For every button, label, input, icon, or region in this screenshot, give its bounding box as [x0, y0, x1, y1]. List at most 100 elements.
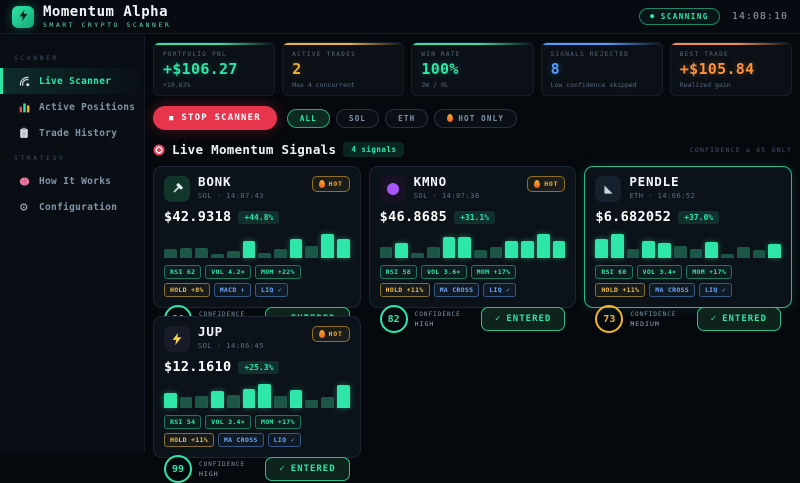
signal-card-kmno: KMNO SOL · 14:07:36 HOT $46.8685 +31.1% …	[368, 166, 577, 333]
brain-icon	[17, 175, 31, 188]
stat-label: SIGNALS REJECTED	[550, 51, 630, 58]
momentum-bar	[705, 241, 719, 258]
token-name: JUP	[198, 324, 223, 339]
momentum-bar	[274, 248, 287, 258]
filter-eth[interactable]: ETH	[385, 108, 429, 128]
indicator-tag: HOLD +8%	[164, 283, 210, 297]
history-clipboard-icon	[17, 127, 31, 139]
sidebar-item-active-positions[interactable]: Active Positions	[0, 94, 144, 120]
signals-section-header: Live Momentum Signals 4 signals CONFIDEN…	[153, 142, 792, 157]
stat-sub: Max 4 concurrent	[292, 80, 355, 89]
stats-row: PORTFOLIO PNL +$106.27 +10.63% ACTIVE TR…	[153, 42, 792, 96]
momentum-bar	[673, 246, 687, 258]
confidence-label: CONFIDENCE	[414, 310, 461, 318]
status-dot-icon: ●	[649, 12, 656, 20]
signal-card-pendle: PENDLE ETH · 14:06:52 $6.682052 +37.0% R…	[584, 166, 792, 333]
momentum-bar	[689, 249, 703, 258]
filter-group: ALL SOL ETH HOT ONLY	[286, 108, 518, 128]
token-name: BONK	[198, 174, 232, 189]
sidebar-section: SCANNER Live Scanner Active Positions Tr…	[0, 54, 144, 146]
filter-all[interactable]: ALL	[286, 108, 330, 128]
filter-hot-only[interactable]: HOT ONLY	[434, 108, 518, 128]
momentum-bar	[552, 241, 566, 258]
momentum-bar	[289, 238, 303, 258]
indicator-tag: MOM +17%	[686, 265, 733, 279]
stat-sub: +10.63%	[163, 80, 191, 89]
entered-button[interactable]: ✓ ENTERED	[265, 457, 350, 481]
filter-sol[interactable]: SOL	[336, 108, 380, 128]
stat-card-active-trades: ACTIVE TRADES 2 Max 4 concurrent	[282, 42, 405, 96]
indicator-tag: MA CROSS	[649, 283, 695, 297]
hot-badge: HOT	[527, 176, 566, 192]
momentum-bar	[164, 392, 177, 408]
momentum-bar	[258, 252, 272, 258]
indicator-tag: RSI 54	[164, 415, 202, 429]
sidebar-item-live-scanner[interactable]: Live Scanner	[0, 68, 144, 94]
momentum-bar	[211, 253, 224, 258]
confidence-level: HIGH	[414, 319, 435, 328]
indicator-tag: MOM +17%	[255, 415, 301, 429]
token-chain-time: SOL · 14:06:45	[198, 341, 265, 350]
hot-badge: HOT	[311, 326, 350, 342]
indicator-tag: RSI 58	[379, 265, 417, 279]
momentum-bar	[768, 243, 781, 258]
momentum-bar	[521, 241, 534, 258]
indicator-tag: LIQ ✓	[698, 283, 733, 297]
stat-accent-bar	[670, 43, 791, 45]
indicator-tag: VOL 4.2×	[205, 265, 251, 279]
stat-value: 2	[292, 60, 302, 78]
momentum-bar	[289, 390, 303, 408]
sidebar-item-trade-history[interactable]: Trade History	[0, 120, 144, 146]
sidebar-item-how-it-works[interactable]: How It Works	[0, 168, 144, 194]
stat-value: +$105.84	[679, 60, 755, 78]
target-icon	[153, 143, 165, 156]
indicator-tag: MA CROSS	[217, 433, 264, 447]
momentum-bar	[752, 250, 766, 258]
momentum-bar	[411, 253, 424, 258]
token-name: PENDLE	[629, 174, 680, 189]
stat-label: BEST TRADE	[679, 51, 729, 58]
stat-value: 8	[550, 60, 560, 78]
momentum-bar	[426, 247, 440, 258]
stat-sub: Realized gain	[679, 80, 731, 89]
momentum-bar-chart	[595, 231, 781, 258]
momentum-bar	[305, 400, 319, 408]
confidence-level: MEDIUM	[630, 319, 660, 328]
stop-icon: ■	[169, 113, 175, 122]
indicator-tag: MACD ↑	[213, 283, 251, 297]
signals-grid: BONK SOL · 14:07:43 HOT $42.9318 +44.8% …	[153, 166, 792, 483]
app-subtitle: SMART CRYPTO SCANNER	[43, 20, 172, 29]
stop-scanner-button[interactable]: ■ STOP SCANNER	[153, 106, 277, 130]
momentum-bar	[179, 397, 193, 408]
entered-button[interactable]: ✓ ENTERED	[696, 307, 781, 331]
indicator-tag: MOM +17%	[470, 265, 517, 279]
stat-sub: Low confidence skipped	[550, 80, 637, 89]
token-circle-icon	[379, 176, 406, 202]
momentum-bar	[721, 254, 734, 258]
entered-button[interactable]: ✓ ENTERED	[480, 307, 566, 331]
confidence-label: CONFIDENCE	[199, 460, 246, 468]
sidebar-item-configuration[interactable]: ⚙ Configuration	[0, 194, 144, 220]
check-icon: ✓	[279, 464, 286, 474]
signal-card-bonk: BONK SOL · 14:07:43 HOT $42.9318 +44.8% …	[153, 166, 361, 333]
momentum-bar	[226, 250, 240, 258]
check-icon: ✓	[494, 314, 502, 324]
brand-block: Momentum Alpha SMART CRYPTO SCANNER	[43, 5, 171, 29]
scanner-controls: ■ STOP SCANNER ALL SOL ETH HOT ONLY	[153, 106, 792, 130]
token-price: $42.9318	[164, 209, 232, 225]
signals-count-badge: 4 signals	[343, 142, 405, 157]
momentum-bar	[642, 240, 656, 258]
fire-icon	[318, 180, 325, 188]
bolt-icon	[164, 326, 190, 352]
momentum-bar	[321, 234, 334, 258]
momentum-bar	[536, 233, 550, 258]
confidence-score: 73	[595, 305, 624, 333]
momentum-bar	[336, 385, 350, 408]
stat-accent-bar	[541, 43, 662, 45]
indicator-tag: VOL 3.6×	[420, 265, 467, 279]
momentum-bar	[595, 239, 609, 258]
momentum-bar	[611, 234, 624, 258]
token-price: $6.682052	[595, 209, 672, 225]
indicator-tag: HOLD +11%	[164, 433, 214, 447]
sidebar-section: STRATEGY How It Works ⚙ Configuration	[0, 154, 144, 220]
